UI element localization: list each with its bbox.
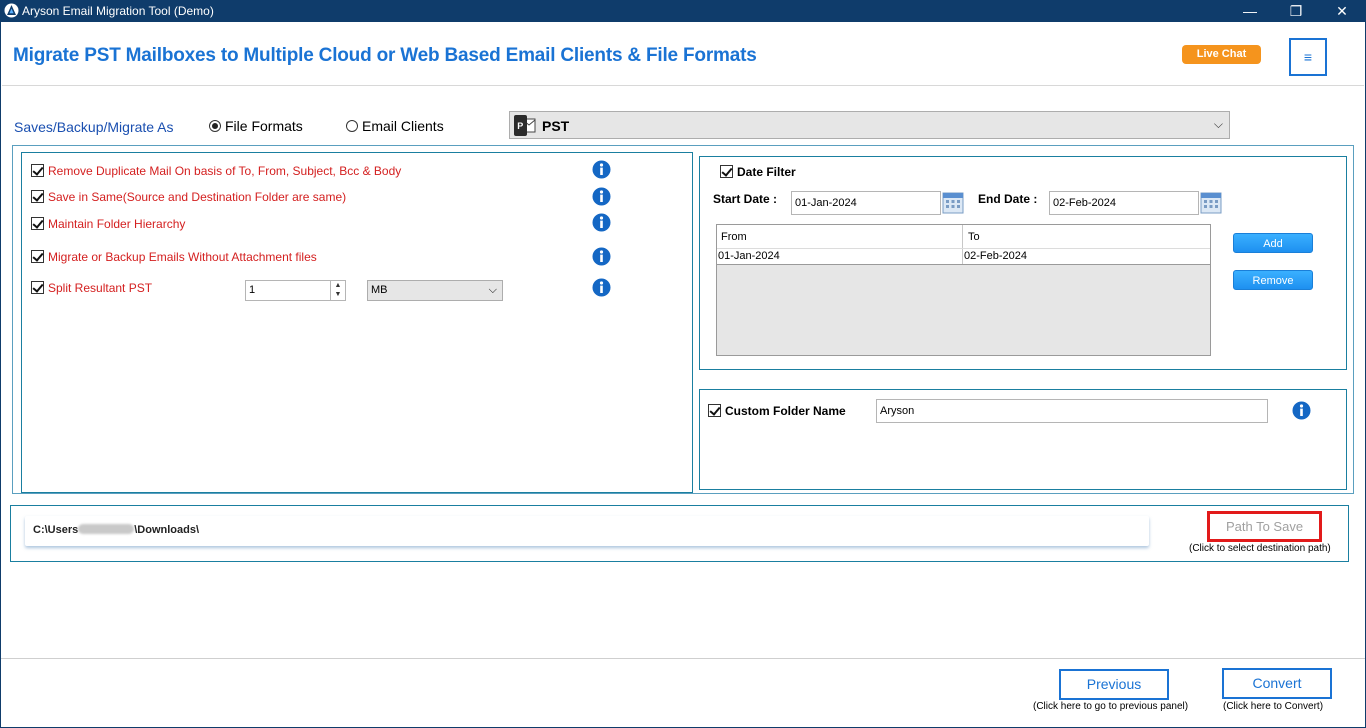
split-size-stepper[interactable]: 1 ▲ ▼ bbox=[245, 280, 346, 301]
radio-email-clients[interactable]: Email Clients bbox=[346, 118, 444, 134]
app-logo-icon bbox=[4, 3, 19, 18]
info-icon[interactable] bbox=[592, 187, 611, 206]
window-title: Aryson Email Migration Tool (Demo) bbox=[22, 4, 214, 18]
option-save-in-same[interactable]: Save in Same(Source and Destination Fold… bbox=[31, 190, 346, 204]
live-chat-button[interactable]: Live Chat bbox=[1182, 45, 1261, 64]
chevron-down-icon: ⌵ bbox=[488, 284, 497, 296]
radio-email-clients-label: Email Clients bbox=[362, 118, 444, 134]
path-hint: (Click to select destination path) bbox=[1189, 543, 1331, 554]
info-icon[interactable] bbox=[592, 213, 611, 232]
column-header-to: To bbox=[968, 231, 980, 243]
save-as-label: Saves/Backup/Migrate As bbox=[14, 119, 174, 135]
checkbox-checked-icon bbox=[708, 404, 721, 417]
info-icon[interactable] bbox=[592, 278, 611, 297]
start-date-input[interactable]: 01-Jan-2024 bbox=[791, 191, 941, 215]
date-filter-panel: Date Filter Start Date : 01-Jan-2024 End… bbox=[699, 156, 1347, 370]
migration-options-panel: Remove Duplicate Mail On basis of To, Fr… bbox=[21, 152, 693, 493]
radio-selected-icon bbox=[209, 120, 221, 132]
option-maintain-hierarchy[interactable]: Maintain Folder Hierarchy bbox=[31, 217, 185, 231]
stepper-arrows[interactable]: ▲ ▼ bbox=[330, 281, 345, 300]
previous-button[interactable]: Previous bbox=[1059, 669, 1169, 700]
redacted-username bbox=[78, 524, 135, 534]
table-header: From To bbox=[717, 225, 1210, 249]
option-without-attachments[interactable]: Migrate or Backup Emails Without Attachm… bbox=[31, 250, 317, 264]
end-date-label: End Date : bbox=[978, 192, 1038, 206]
destination-path-field[interactable]: C:\Users \Downloads\ bbox=[25, 516, 1149, 546]
custom-folder-input[interactable]: Aryson bbox=[876, 399, 1268, 423]
split-size-value: 1 bbox=[249, 284, 256, 296]
table-cell: 01-Jan-2024 bbox=[717, 249, 963, 264]
option-remove-duplicates-label: Remove Duplicate Mail On basis of To, Fr… bbox=[48, 164, 402, 178]
option-split-pst-label: Split Resultant PST bbox=[48, 281, 153, 295]
title-bar: Aryson Email Migration Tool (Demo) — ❐ ✕ bbox=[0, 0, 1366, 22]
option-remove-duplicates[interactable]: Remove Duplicate Mail On basis of To, Fr… bbox=[31, 164, 401, 178]
radio-unselected-icon bbox=[346, 120, 358, 132]
option-save-in-same-label: Save in Same(Source and Destination Fold… bbox=[48, 190, 347, 204]
remove-date-button[interactable]: Remove bbox=[1233, 270, 1313, 290]
start-date-label: Start Date : bbox=[713, 192, 778, 206]
custom-folder-panel: Custom Folder Name Aryson bbox=[699, 389, 1347, 490]
checkbox-checked-icon bbox=[31, 190, 44, 203]
option-split-pst[interactable]: Split Resultant PST bbox=[31, 281, 152, 295]
option-maintain-hierarchy-label: Maintain Folder Hierarchy bbox=[48, 217, 186, 231]
table-cell: 02-Feb-2024 bbox=[964, 250, 1027, 262]
info-icon[interactable] bbox=[1292, 401, 1311, 420]
date-filter-label: Date Filter bbox=[737, 165, 796, 179]
radio-file-formats[interactable]: File Formats bbox=[209, 118, 303, 134]
path-to-save-button[interactable]: Path To Save bbox=[1207, 511, 1322, 542]
chevron-down-icon: ⌵ bbox=[1213, 117, 1223, 131]
convert-button[interactable]: Convert bbox=[1222, 668, 1332, 699]
hamburger-icon: ≡ bbox=[1303, 49, 1313, 65]
end-date-input[interactable]: 02-Feb-2024 bbox=[1049, 191, 1199, 215]
page-title: Migrate PST Mailboxes to Multiple Cloud … bbox=[13, 45, 757, 66]
add-date-button[interactable]: Add bbox=[1233, 233, 1313, 253]
calendar-icon[interactable] bbox=[1200, 192, 1222, 214]
restore-button[interactable]: ❐ bbox=[1273, 0, 1319, 22]
header: Migrate PST Mailboxes to Multiple Cloud … bbox=[2, 22, 1364, 86]
format-dropdown[interactable]: P PST ⌵ bbox=[509, 111, 1230, 139]
split-unit-dropdown[interactable]: MB ⌵ bbox=[367, 280, 503, 301]
table-row[interactable]: 01-Jan-2024 02-Feb-2024 bbox=[717, 249, 1210, 265]
pst-file-icon: P bbox=[514, 115, 536, 136]
date-range-table: From To 01-Jan-2024 02-Feb-2024 bbox=[716, 224, 1211, 356]
destination-path-text: C:\Users \Downloads\ bbox=[33, 524, 200, 536]
checkbox-checked-icon bbox=[31, 281, 44, 294]
footer-divider bbox=[0, 658, 1366, 659]
date-filter-checkbox[interactable]: Date Filter bbox=[720, 165, 796, 179]
checkbox-checked-icon bbox=[31, 217, 44, 230]
close-button[interactable]: ✕ bbox=[1319, 0, 1365, 22]
destination-path-panel: C:\Users \Downloads\ Path To Save (Click … bbox=[10, 505, 1349, 562]
previous-hint: (Click here to go to previous panel) bbox=[1033, 701, 1189, 712]
checkbox-checked-icon bbox=[31, 164, 44, 177]
svg-text:P: P bbox=[517, 121, 523, 131]
menu-button[interactable]: ≡ bbox=[1289, 38, 1327, 76]
custom-folder-checkbox[interactable]: Custom Folder Name bbox=[708, 404, 846, 418]
info-icon[interactable] bbox=[592, 247, 611, 266]
format-dropdown-value: PST bbox=[542, 118, 570, 134]
column-header-from: From bbox=[717, 225, 963, 248]
option-without-attachments-label: Migrate or Backup Emails Without Attachm… bbox=[48, 250, 317, 264]
checkbox-checked-icon bbox=[720, 165, 733, 178]
radio-file-formats-label: File Formats bbox=[225, 118, 303, 134]
minimize-button[interactable]: — bbox=[1227, 0, 1273, 22]
convert-hint: (Click here to Convert) bbox=[1223, 701, 1324, 712]
custom-folder-label: Custom Folder Name bbox=[725, 404, 846, 418]
checkbox-checked-icon bbox=[31, 250, 44, 263]
calendar-icon[interactable] bbox=[942, 192, 964, 214]
split-unit-value: MB bbox=[371, 284, 388, 296]
info-icon[interactable] bbox=[592, 160, 611, 179]
